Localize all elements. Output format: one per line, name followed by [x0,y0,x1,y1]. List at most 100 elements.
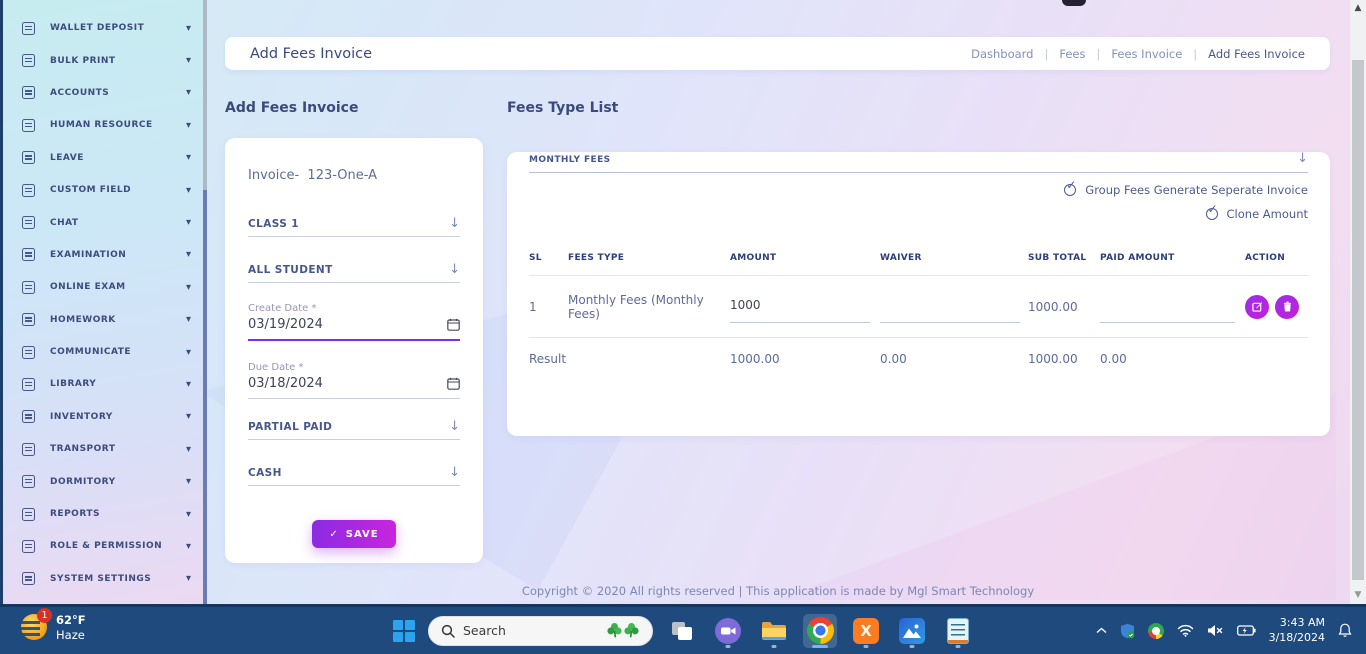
leave-icon [22,151,35,165]
clock-time: 3:43 AM [1279,615,1325,629]
due-date-group: Due Date * [248,362,460,399]
taskbar-search[interactable] [428,615,653,646]
invoice-number-label: Invoice- 123-One-A [248,168,378,183]
volume-muted-icon[interactable] [1207,624,1224,637]
form-section-title: Add Fees Invoice [225,100,359,116]
human-resource-icon [22,118,35,132]
library-icon [22,377,35,391]
sidebar-item-dormitory[interactable]: DORMITORY ▾ [3,465,207,497]
chat-app-button[interactable] [711,614,745,648]
sidebar-item-library[interactable]: LIBRARY ▾ [3,368,207,400]
result-label: Result [529,352,567,366]
sidebar-item-chat[interactable]: CHAT ▾ [3,206,207,238]
notification-badge: 1 [37,608,52,624]
sidebar-item-label: LIBRARY [50,379,97,390]
check-icon: ✓ [329,528,339,540]
sidebar-item-inventory[interactable]: INVENTORY ▾ [3,401,207,433]
scrollbar-down-arrow[interactable]: ▼ [1350,590,1366,600]
fees-type-select[interactable]: MONTHLY FEES ↓ [529,152,1308,173]
windows-security-icon[interactable] [1120,623,1135,639]
paid-amount-input[interactable] [1100,290,1235,323]
battery-charging-icon[interactable] [1236,625,1256,636]
sidebar-item-wallet-deposit[interactable]: WALLET DEPOSIT ▾ [3,12,207,44]
weather-widget[interactable]: 1 62°F Haze [17,608,86,642]
chevron-down-icon: ▾ [185,119,191,131]
select-arrow-icon: ↓ [449,419,460,434]
sidebar-item-custom-field[interactable]: CUSTOM FIELD ▾ [3,174,207,206]
sidebar-item-system-settings[interactable]: SYSTEM SETTINGS ▾ [3,563,207,595]
tray-chevron-up-icon[interactable] [1096,627,1107,634]
chevron-down-icon: ▾ [185,346,191,358]
breadcrumb-fees-invoice[interactable]: Fees Invoice [1111,47,1182,61]
group-fees-option[interactable]: ✓ Group Fees Generate Seperate Invoice [529,178,1308,197]
chevron-down-icon: ▾ [185,217,191,229]
amount-input[interactable] [730,290,870,323]
sidebar-item-examination[interactable]: EXAMINATION ▾ [3,239,207,271]
sidebar-item-online-exam[interactable]: ONLINE EXAM ▾ [3,271,207,303]
sidebar-item-label: REPORTS [50,509,100,520]
breadcrumb-separator: | [1193,46,1198,61]
page-scrollbar[interactable]: ▲ ▼ [1349,0,1366,604]
scrollbar-up-arrow[interactable]: ▲ [1350,3,1366,13]
row-sl: 1 [529,299,537,314]
weather-condition: Haze [56,627,85,642]
create-date-calendar-icon[interactable] [447,318,460,331]
scrollbar-thumb[interactable] [1352,60,1364,580]
sidebar-item-label: CHAT [50,217,79,228]
partial-paid-select[interactable]: PARTIAL PAID ↓ [248,420,460,440]
breadcrumb-dashboard[interactable]: Dashboard [971,47,1033,61]
create-date-input[interactable] [248,317,358,332]
wifi-icon[interactable] [1177,624,1194,637]
sidebar-item-leave[interactable]: LEAVE ▾ [3,142,207,174]
sidebar-item-transport[interactable]: TRANSPORT ▾ [3,433,207,465]
chevron-down-icon: ▾ [185,281,191,293]
start-button[interactable] [391,618,416,643]
sidebar-item-communicate[interactable]: COMMUNICATE ▾ [3,336,207,368]
examination-icon [22,248,35,262]
notification-bell-icon[interactable] [1338,623,1352,638]
select-arrow-icon: ↓ [1297,151,1308,166]
class-select[interactable]: CLASS 1 ↓ [248,217,460,237]
system-settings-icon [22,572,35,586]
due-date-calendar-icon[interactable] [447,377,460,390]
save-button[interactable]: ✓ SAVE [312,520,396,548]
sidebar-item-human-resource[interactable]: HUMAN RESOURCE ▾ [3,109,207,141]
sidebar-item-label: BULK PRINT [50,55,116,66]
clone-amount-option[interactable]: ✓ Clone Amount [529,202,1308,221]
select-arrow-icon: ↓ [449,465,460,480]
sidebar-item-reports[interactable]: REPORTS ▾ [3,498,207,530]
payment-method-select[interactable]: CASH ↓ [248,466,460,486]
breadcrumb-fees[interactable]: Fees [1059,47,1085,61]
bulk-print-icon [22,54,35,68]
student-select[interactable]: ALL STUDENT ↓ [248,263,460,283]
photos-button[interactable] [895,614,929,648]
idm-icon[interactable] [1147,622,1164,639]
photos-icon [899,617,925,644]
due-date-input[interactable] [248,376,358,391]
breadcrumb-separator: | [1096,46,1101,61]
sidebar-item-bulk-print[interactable]: BULK PRINT ▾ [3,44,207,76]
sidebar-item-role-permission[interactable]: ROLE & PERMISSION ▾ [3,530,207,562]
add-fees-invoice-column: Add Fees Invoice Invoice- 123-One-A CLAS… [225,100,483,563]
select-arrow-icon: ↓ [449,216,460,231]
chevron-down-icon: ▾ [185,184,191,196]
chevron-down-icon: ▾ [185,249,191,261]
taskbar-clock[interactable]: 3:43 AM 3/18/2024 [1269,616,1325,646]
file-explorer-button[interactable] [757,614,791,648]
video-chat-icon [715,617,741,644]
notepad-icon [947,617,969,644]
delete-row-button[interactable] [1275,294,1299,319]
inventory-icon [22,410,35,424]
xampp-button[interactable]: X [849,614,883,648]
edit-row-button[interactable] [1245,294,1269,319]
search-input[interactable] [463,623,568,638]
sidebar-item-accounts[interactable]: ACCOUNTS ▾ [3,77,207,109]
communicate-icon [22,345,35,359]
task-view-button[interactable] [665,614,699,648]
sidebar-item-label: TRANSPORT [50,444,116,455]
waiver-input[interactable] [880,290,1020,323]
chrome-button[interactable] [803,613,837,648]
notepad-button[interactable] [941,614,975,648]
sidebar-item-homework[interactable]: HOMEWORK ▾ [3,304,207,336]
accounts-icon [22,86,35,100]
